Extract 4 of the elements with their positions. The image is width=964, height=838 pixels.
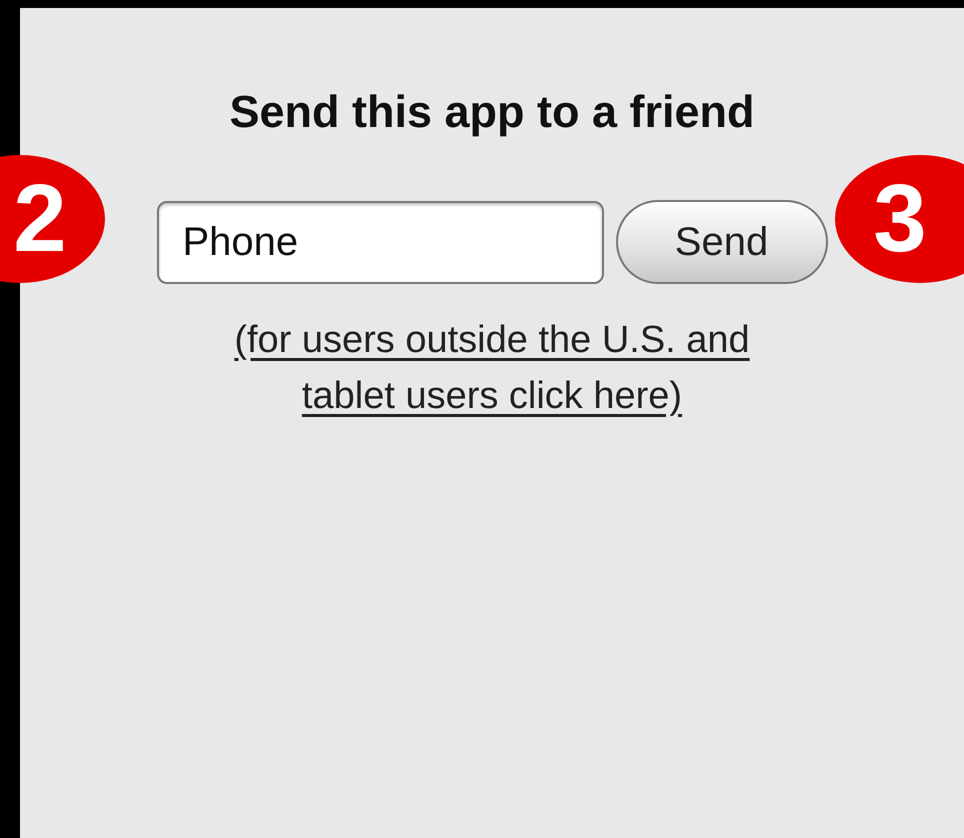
phone-field[interactable]: Phone: [156, 200, 604, 284]
send-button[interactable]: Send: [616, 200, 828, 284]
international-link[interactable]: (for users outside the U.S. and tablet users click here): [202, 312, 782, 424]
page-title: Send this app to a friend: [229, 86, 755, 138]
